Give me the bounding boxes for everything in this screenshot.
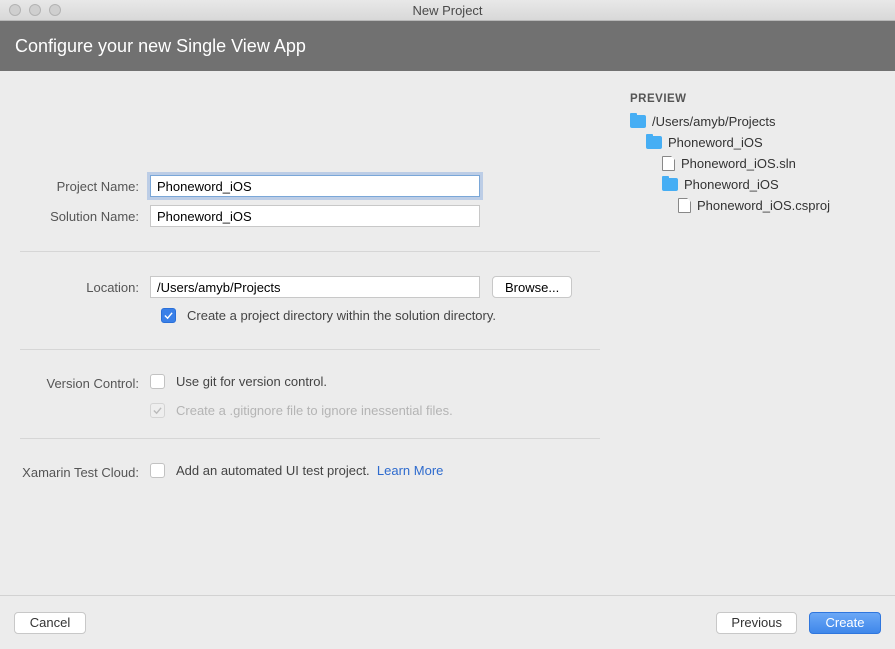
project-name-input[interactable] (150, 175, 480, 197)
folder-icon (630, 115, 646, 128)
create-directory-label: Create a project directory within the so… (187, 308, 496, 323)
form-pane: Project Name: Solution Name: Location: B… (0, 71, 620, 595)
use-git-label: Use git for version control. (176, 374, 327, 389)
create-directory-checkbox[interactable] (161, 308, 176, 323)
tree-root: /Users/amyb/Projects (630, 111, 885, 132)
test-cloud-label: Xamarin Test Cloud: (0, 463, 150, 480)
version-control-label: Version Control: (0, 374, 150, 391)
zoom-window-button[interactable] (49, 4, 61, 16)
solution-name-input[interactable] (150, 205, 480, 227)
file-icon (662, 156, 675, 171)
project-name-label: Project Name: (0, 179, 150, 194)
tree-folder: Phoneword_iOS (630, 132, 885, 153)
preview-title: PREVIEW (630, 93, 885, 111)
folder-icon (662, 178, 678, 191)
add-test-label: Add an automated UI test project. Learn … (176, 463, 443, 478)
tree-file: Phoneword_iOS.sln (630, 153, 885, 174)
tree-file: Phoneword_iOS.csproj (630, 195, 885, 216)
minimize-window-button[interactable] (29, 4, 41, 16)
window-title: New Project (412, 3, 482, 18)
preview-tree: /Users/amyb/Projects Phoneword_iOS Phone… (630, 111, 885, 216)
use-git-checkbox[interactable] (150, 374, 165, 389)
location-label: Location: (0, 280, 150, 295)
folder-icon (646, 136, 662, 149)
page-title: Configure your new Single View App (15, 36, 306, 57)
solution-name-label: Solution Name: (0, 209, 150, 224)
location-input[interactable] (150, 276, 480, 298)
close-window-button[interactable] (9, 4, 21, 16)
preview-pane: PREVIEW /Users/amyb/Projects Phoneword_i… (620, 71, 895, 595)
file-icon (678, 198, 691, 213)
tree-folder: Phoneword_iOS (630, 174, 885, 195)
create-button[interactable]: Create (809, 612, 881, 634)
learn-more-link[interactable]: Learn More (377, 463, 443, 478)
gitignore-checkbox (150, 403, 165, 418)
add-test-checkbox[interactable] (150, 463, 165, 478)
browse-button[interactable]: Browse... (492, 276, 572, 298)
cancel-button[interactable]: Cancel (14, 612, 86, 634)
gitignore-label: Create a .gitignore file to ignore iness… (176, 403, 453, 418)
previous-button[interactable]: Previous (716, 612, 797, 634)
